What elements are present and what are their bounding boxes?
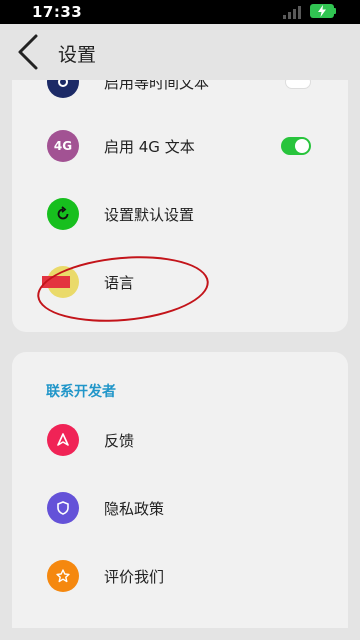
setting-label: 设置默认设置 bbox=[104, 206, 195, 224]
setting-label: 启用 4G 文本 bbox=[104, 138, 195, 156]
battery-cap bbox=[334, 8, 336, 14]
toggle-switch-on[interactable] bbox=[281, 137, 311, 155]
dev-row-feedback[interactable]: 反馈 bbox=[12, 406, 348, 474]
status-bar: 17:33 bbox=[0, 0, 360, 24]
4g-icon: 4G bbox=[47, 130, 79, 162]
chevron-left-icon[interactable] bbox=[14, 33, 44, 71]
refresh-icon bbox=[47, 198, 79, 230]
developer-card: 联系开发者 反馈 隐私政策 评价我们 bbox=[12, 352, 348, 628]
section-title: 联系开发者 bbox=[46, 384, 116, 400]
dev-label: 隐私政策 bbox=[104, 500, 165, 518]
send-icon bbox=[47, 424, 79, 456]
setting-label: 启用等时间文本 bbox=[104, 80, 210, 92]
dev-row-rate[interactable]: 评价我们 bbox=[12, 542, 348, 610]
status-time: 17:33 bbox=[32, 3, 83, 21]
shield-icon bbox=[47, 492, 79, 524]
dev-label: 反馈 bbox=[104, 432, 135, 450]
dark-circle-icon bbox=[47, 80, 79, 98]
page-title: 设置 bbox=[58, 44, 97, 66]
setting-row-time-text[interactable]: 启用等时间文本 bbox=[12, 80, 348, 116]
star-icon bbox=[47, 560, 79, 592]
bottom-bar bbox=[0, 628, 360, 640]
4g-icon-text: 4G bbox=[53, 139, 73, 153]
setting-row-4g-text[interactable]: 4G 启用 4G 文本 bbox=[12, 114, 348, 182]
battery-charging-icon bbox=[310, 4, 334, 18]
toggle-knob bbox=[295, 139, 309, 153]
signal-icon bbox=[283, 5, 305, 19]
dev-label: 评价我们 bbox=[104, 568, 165, 586]
setting-row-default-settings[interactable]: 设置默认设置 bbox=[12, 182, 348, 250]
toggle-switch-off[interactable] bbox=[285, 80, 311, 89]
dev-row-privacy[interactable]: 隐私政策 bbox=[12, 474, 348, 542]
app-header: 设置 bbox=[0, 24, 360, 80]
